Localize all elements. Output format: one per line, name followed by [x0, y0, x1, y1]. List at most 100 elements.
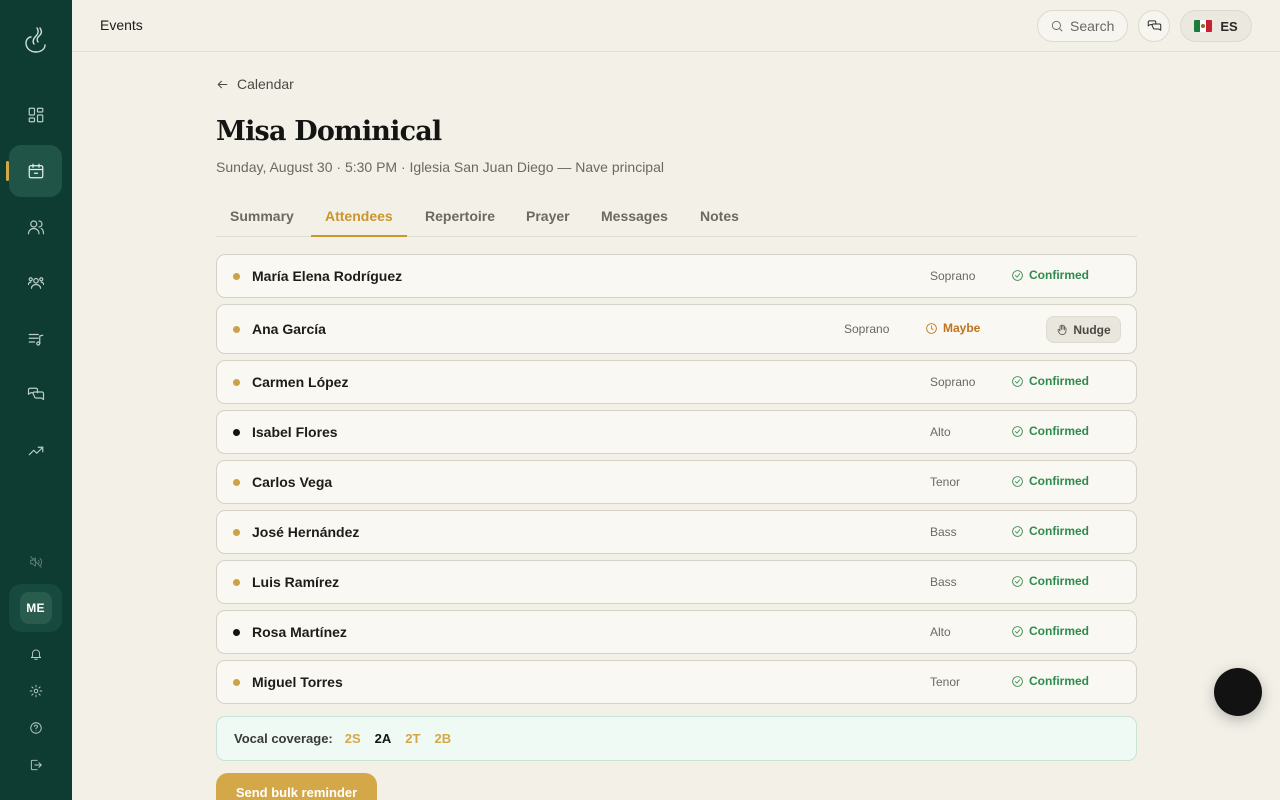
status-badge: Confirmed: [1011, 424, 1089, 438]
voice-part: Bass: [930, 575, 957, 589]
nav-repertoire[interactable]: [9, 313, 62, 365]
help-icon: [30, 722, 42, 734]
mexico-flag-icon: [1194, 20, 1213, 32]
app-logo-icon[interactable]: [22, 22, 50, 54]
mute-icon: [30, 556, 43, 568]
voice-part: Tenor: [930, 675, 961, 689]
hand-icon: [1057, 324, 1067, 335]
help-button[interactable]: [22, 714, 50, 742]
page-title: Misa Dominical: [216, 116, 442, 147]
attendee-row[interactable]: Isabel Flores Alto Confirmed: [216, 410, 1137, 454]
coverage-alto: 2A: [374, 731, 392, 746]
check-circle-icon: [1012, 625, 1023, 637]
status-badge: Confirmed: [1011, 374, 1089, 388]
check-circle-icon: [1012, 525, 1023, 537]
member-dot: [233, 326, 240, 333]
section-title: Events: [100, 17, 143, 33]
nav-groups[interactable]: [9, 257, 62, 309]
back-to-calendar-link[interactable]: Calendar: [216, 76, 294, 92]
attendee-name: Rosa Martínez: [252, 624, 347, 640]
search-button[interactable]: Search: [1037, 10, 1128, 42]
status-badge: Confirmed: [1011, 268, 1089, 282]
chat-icon: [1147, 19, 1161, 31]
nav-messages[interactable]: [9, 369, 62, 421]
user-avatar-button[interactable]: ME: [9, 584, 62, 632]
messages-button[interactable]: [1138, 10, 1170, 42]
voice-part: Alto: [930, 425, 951, 439]
attendee-row[interactable]: Miguel Torres Tenor Confirmed: [216, 660, 1137, 704]
coverage-soprano: 2S: [344, 731, 361, 746]
attendee-row[interactable]: Luis Ramírez Bass Confirmed: [216, 560, 1137, 604]
attendee-row[interactable]: Carmen López Soprano Confirmed: [216, 360, 1137, 404]
member-dot: [233, 479, 240, 486]
attendee-name: Carlos Vega: [252, 474, 333, 490]
tab-notes[interactable]: Notes: [686, 200, 753, 237]
search-label: Search: [1070, 18, 1115, 34]
attendee-name: María Elena Rodríguez: [252, 268, 403, 284]
check-circle-icon: [1012, 475, 1023, 487]
attendee-name: Isabel Flores: [252, 424, 338, 440]
member-dot: [233, 679, 240, 686]
member-dot: [233, 273, 240, 280]
member-dot: [233, 579, 240, 586]
attendee-name: José Hernández: [252, 524, 360, 540]
nudge-button[interactable]: Nudge: [1046, 316, 1121, 343]
language-switcher[interactable]: ES: [1180, 10, 1252, 42]
member-dot: [233, 429, 240, 436]
voice-part: Alto: [930, 625, 951, 639]
status-badge: Maybe: [925, 321, 980, 335]
logout-button[interactable]: [22, 751, 50, 779]
voice-part: Soprano: [930, 269, 976, 283]
tab-messages[interactable]: Messages: [587, 200, 682, 237]
member-dot: [233, 529, 240, 536]
coverage-bass: 2B: [434, 731, 452, 746]
messages-icon: [27, 387, 44, 401]
back-label: Calendar: [237, 76, 294, 92]
language-code: ES: [1220, 18, 1238, 34]
tab-attendees[interactable]: Attendees: [311, 200, 407, 237]
send-bulk-reminder-button[interactable]: Send bulk reminder: [216, 773, 377, 800]
attendee-row[interactable]: Carlos Vega Tenor Confirmed: [216, 460, 1137, 504]
mute-toggle[interactable]: [22, 548, 50, 576]
attendee-row[interactable]: José Hernández Bass Confirmed: [216, 510, 1137, 554]
status-badge: Confirmed: [1011, 474, 1089, 488]
voice-part: Bass: [930, 525, 957, 539]
dashboard-icon: [28, 107, 43, 123]
attendee-row[interactable]: Rosa Martínez Alto Confirmed: [216, 610, 1137, 654]
status-badge: Confirmed: [1011, 524, 1089, 538]
vocal-coverage-panel: Vocal coverage: 2S 2A 2T 2B: [216, 716, 1137, 761]
search-icon: [1051, 20, 1063, 32]
event-tabs: Summary Attendees Repertoire Prayer Mess…: [216, 200, 1137, 237]
attendee-name: Miguel Torres: [252, 674, 343, 690]
floating-action-button[interactable]: [1214, 668, 1262, 716]
logout-icon: [30, 759, 42, 771]
voice-part: Tenor: [930, 475, 961, 489]
sidebar: ME: [0, 0, 72, 800]
clock-icon: [926, 322, 937, 334]
attendee-row[interactable]: Ana García Soprano Maybe Nudge: [216, 304, 1137, 354]
nav-dashboard[interactable]: [9, 89, 62, 141]
settings-button[interactable]: [22, 677, 50, 705]
attendee-row[interactable]: María Elena Rodríguez Soprano Confirmed: [216, 254, 1137, 298]
member-dot: [233, 629, 240, 636]
tab-prayer[interactable]: Prayer: [512, 200, 584, 237]
top-bar: Events Search ES: [72, 0, 1280, 52]
attendee-name: Luis Ramírez: [252, 574, 340, 590]
coverage-label: Vocal coverage:: [234, 731, 333, 746]
nav-calendar[interactable]: [9, 145, 62, 197]
arrow-left-icon: [217, 80, 228, 88]
notifications-button[interactable]: [22, 640, 50, 668]
nav-members[interactable]: [9, 201, 62, 253]
event-details: Sunday, August 30 · 5:30 PM · Iglesia Sa…: [216, 159, 664, 175]
status-badge: Confirmed: [1011, 624, 1089, 638]
nav-analytics[interactable]: [9, 425, 62, 477]
check-circle-icon: [1012, 269, 1023, 281]
groups-icon: [27, 277, 44, 289]
check-circle-icon: [1012, 675, 1023, 687]
tab-summary[interactable]: Summary: [216, 200, 308, 237]
check-circle-icon: [1012, 425, 1023, 437]
tab-repertoire[interactable]: Repertoire: [411, 200, 509, 237]
coverage-tenor: 2T: [405, 731, 421, 746]
status-badge: Confirmed: [1011, 574, 1089, 588]
gear-icon: [29, 684, 43, 698]
